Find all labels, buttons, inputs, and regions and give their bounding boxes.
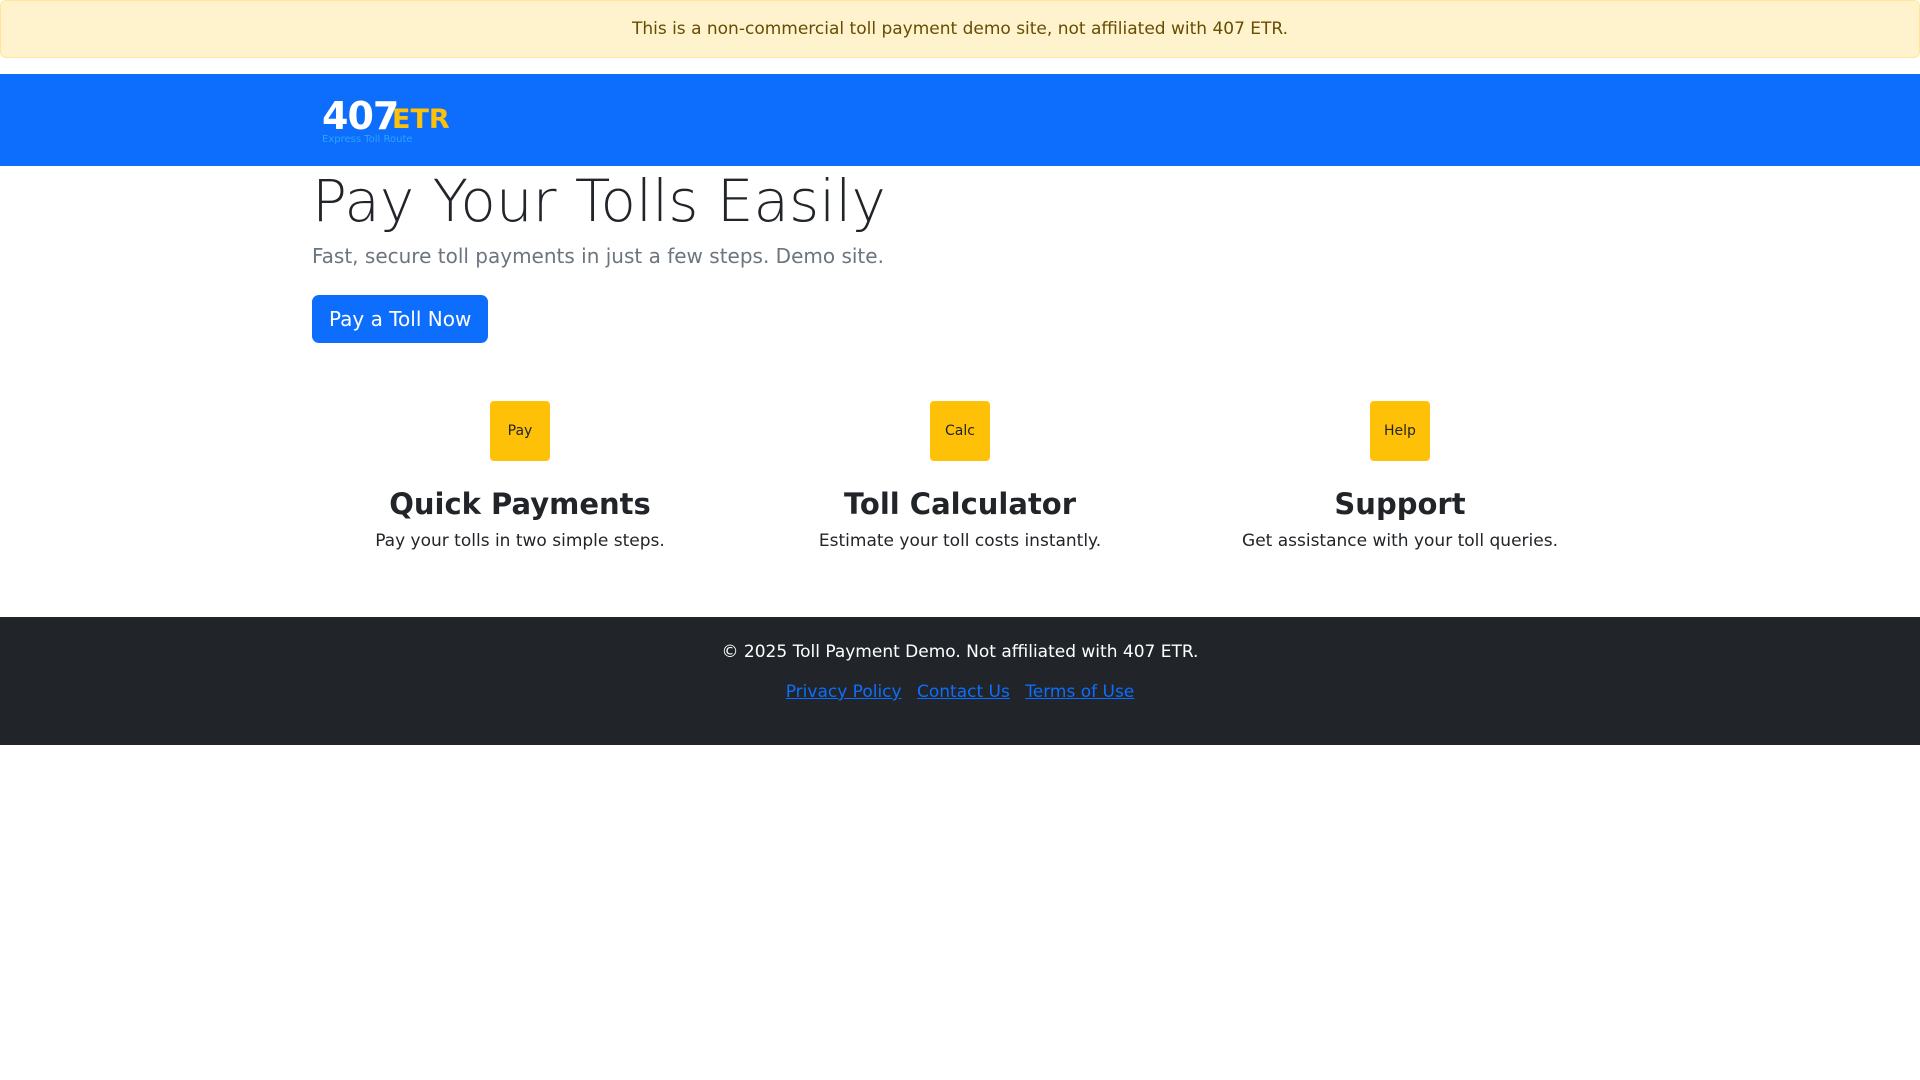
logo-tagline: Express Toll Route <box>322 134 413 145</box>
feature-title: Quick Payments <box>389 487 651 521</box>
feature-quick-payments: Pay Quick Payments Pay your tolls in two… <box>300 401 740 552</box>
feature-description: Get assistance with your toll queries. <box>1242 531 1558 551</box>
contact-us-link[interactable]: Contact Us <box>917 682 1010 702</box>
site-header: 407 ETR Express Toll Route <box>0 74 1920 166</box>
feature-toll-calculator: Calc Toll Calculator Estimate your toll … <box>740 401 1180 552</box>
help-icon: Help <box>1370 401 1430 461</box>
pay-toll-button[interactable]: Pay a Toll Now <box>312 295 489 343</box>
logo-number: 407 <box>322 94 399 138</box>
hero-subtitle: Fast, secure toll payments in just a few… <box>312 244 884 268</box>
feature-description: Pay your tolls in two simple steps. <box>375 531 665 551</box>
feature-description: Estimate your toll costs instantly. <box>818 531 1102 551</box>
terms-of-use-link[interactable]: Terms of Use <box>1025 682 1134 702</box>
site-footer: © 2025 Toll Payment Demo. Not affiliated… <box>0 617 1920 745</box>
privacy-policy-link[interactable]: Privacy Policy <box>786 682 902 702</box>
pay-icon: Pay <box>490 401 550 461</box>
feature-support: Help Support Get assistance with your to… <box>1180 401 1620 552</box>
logo-suffix: ETR <box>392 104 450 135</box>
etr-logo[interactable]: 407 ETR Express Toll Route <box>322 96 452 146</box>
feature-title: Toll Calculator <box>843 487 1077 521</box>
disclaimer-alert: This is a non-commercial toll payment de… <box>0 0 1920 58</box>
calculator-icon: Calc <box>930 401 990 461</box>
feature-title: Support <box>1334 487 1466 521</box>
alert-text: This is a non-commercial toll payment de… <box>631 19 1289 39</box>
footer-links: Privacy Policy Contact Us Terms of Use <box>0 681 1920 703</box>
footer-copyright: © 2025 Toll Payment Demo. Not affiliated… <box>721 642 1199 662</box>
hero-title: Pay Your Tolls Easily <box>312 167 886 235</box>
